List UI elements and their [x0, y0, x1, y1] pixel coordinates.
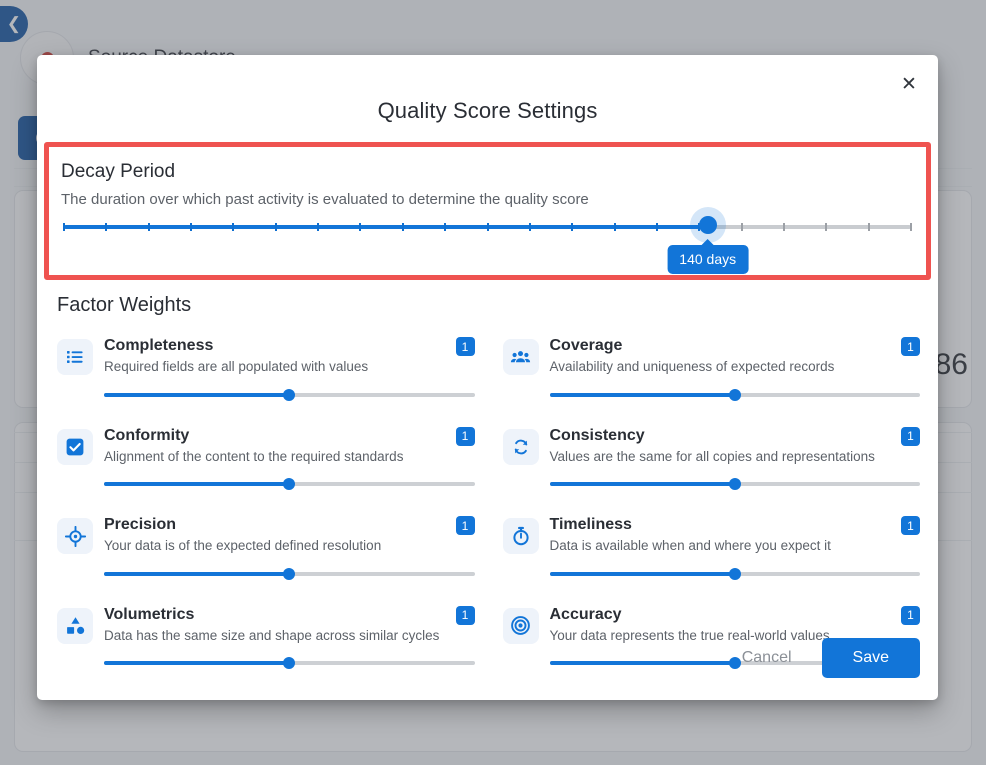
decay-slider-tick [105, 223, 108, 231]
factor-slider-fill [549, 661, 735, 666]
factor-weight-item: Timeliness 1 Data is available when and wh… [502, 506, 920, 596]
factor-weight-badge: 1 [455, 337, 475, 356]
decay-slider-tick [147, 223, 150, 231]
factor-name: Timeliness [549, 516, 632, 534]
checkbox-checked-icon [57, 428, 93, 465]
factor-slider-fill [549, 392, 735, 397]
factor-weight-slider[interactable] [104, 478, 475, 491]
factor-name: Precision [104, 516, 177, 534]
decay-slider-tick [359, 223, 362, 231]
factor-weight-slider[interactable] [104, 388, 475, 401]
factor-slider-fill [549, 482, 735, 487]
factor-weight-slider[interactable] [104, 567, 475, 580]
factor-weight-item: Completeness 1 Required fields are all pop… [57, 327, 475, 417]
decay-period-description: The duration over which past activity is… [61, 191, 589, 208]
decay-slider-thumb[interactable] [698, 216, 717, 234]
decay-period-section: Decay Period The duration over which pas… [44, 142, 931, 280]
decay-slider-tick [190, 223, 193, 231]
factor-name: Conformity [104, 426, 190, 444]
decay-slider-tick [63, 223, 65, 231]
factor-weight-badge: 1 [455, 426, 475, 446]
factor-name: Completeness [104, 337, 214, 354]
decay-slider-tick [232, 223, 235, 231]
quality-score-settings-dialog: ✕ Quality Score Settings Decay Period Th… [37, 55, 938, 700]
decay-slider-tick [486, 223, 489, 231]
factor-description: Data is available when and where you exp… [549, 538, 831, 554]
decay-slider-tick [444, 223, 447, 231]
factor-weight-item: Precision 1 Your data is of the expected d… [57, 506, 475, 596]
decay-slider-tick [655, 223, 658, 231]
factor-weight-slider[interactable] [549, 567, 920, 580]
decay-slider-tick [782, 223, 785, 231]
bullseye-icon [502, 607, 539, 644]
decay-slider-tick [528, 223, 531, 231]
decay-period-heading: Decay Period [61, 161, 176, 182]
factor-name: Accuracy [549, 605, 622, 623]
factor-description: Required fields are all populated with v… [104, 359, 369, 374]
decay-slider-tick [867, 223, 870, 231]
factor-weights-grid: Completeness 1 Required fields are all pop… [57, 327, 920, 685]
factor-slider-fill [549, 571, 735, 576]
dialog-footer: Cancel Save [738, 638, 920, 678]
factor-weight-item: Conformity 1 Alignment of the content to t… [57, 417, 475, 507]
factor-name: Volumetrics [104, 605, 195, 623]
factor-slider-fill [104, 661, 290, 666]
decay-period-slider[interactable]: 140 days [63, 216, 912, 274]
stopwatch-icon [502, 518, 539, 555]
factor-slider-thumb[interactable] [728, 388, 741, 401]
factor-slider-fill [104, 571, 290, 576]
factor-slider-thumb[interactable] [728, 478, 741, 491]
factor-weight-badge: 1 [455, 516, 475, 536]
factor-slider-fill [104, 482, 290, 487]
shapes-icon [57, 607, 93, 644]
factor-weight-badge: 1 [901, 426, 920, 446]
factor-slider-thumb[interactable] [283, 567, 296, 580]
close-icon[interactable]: ✕ [893, 68, 925, 100]
factor-slider-thumb[interactable] [728, 567, 741, 580]
factor-weight-badge: 1 [455, 605, 475, 625]
factor-weight-item: Coverage 1 Availability and uniqueness of … [502, 327, 920, 417]
factor-weight-item: Volumetrics 1 Data has the same size and s… [57, 596, 475, 686]
decay-slider-tick [401, 223, 404, 231]
crosshair-target-icon [57, 518, 93, 555]
decay-slider-tick [910, 223, 912, 231]
decay-slider-tick [613, 223, 616, 231]
factor-name: Consistency [549, 426, 645, 444]
decay-slider-tick [274, 223, 277, 231]
factor-weight-slider[interactable] [549, 388, 920, 401]
factor-weight-slider[interactable] [104, 657, 475, 670]
factor-description: Values are the same for all copies and r… [549, 448, 875, 464]
factor-slider-thumb[interactable] [283, 657, 296, 670]
decay-slider-tick [571, 223, 574, 231]
dialog-title: Quality Score Settings [377, 98, 598, 123]
decay-slider-tick [825, 223, 828, 231]
save-button[interactable]: Save [821, 638, 920, 678]
factor-slider-thumb[interactable] [283, 388, 296, 401]
factor-slider-thumb[interactable] [283, 478, 296, 491]
list-icon [57, 339, 93, 375]
decay-slider-tooltip: 140 days [667, 239, 749, 274]
factor-name: Coverage [549, 337, 623, 354]
decay-slider-tick [317, 223, 320, 231]
factor-weight-slider[interactable] [549, 478, 920, 491]
factor-description: Availability and uniqueness of expected … [549, 359, 835, 374]
factor-weight-item: Consistency 1 Values are the same for all … [502, 417, 920, 507]
cancel-button[interactable]: Cancel [738, 641, 796, 675]
factor-weights-heading: Factor Weights [57, 294, 192, 316]
factor-weight-badge: 1 [901, 605, 920, 625]
factor-description: Data has the same size and shape across … [104, 627, 440, 643]
factor-weight-badge: 1 [901, 337, 920, 356]
decay-slider-tick [740, 223, 743, 231]
factor-description: Alignment of the content to the required… [104, 448, 404, 464]
people-group-icon [502, 339, 539, 375]
decay-slider-ticks [63, 223, 912, 232]
factor-description: Your data is of the expected defined res… [104, 538, 382, 554]
factor-slider-fill [104, 392, 290, 397]
sync-refresh-icon [502, 428, 539, 465]
factor-weight-badge: 1 [901, 516, 920, 536]
